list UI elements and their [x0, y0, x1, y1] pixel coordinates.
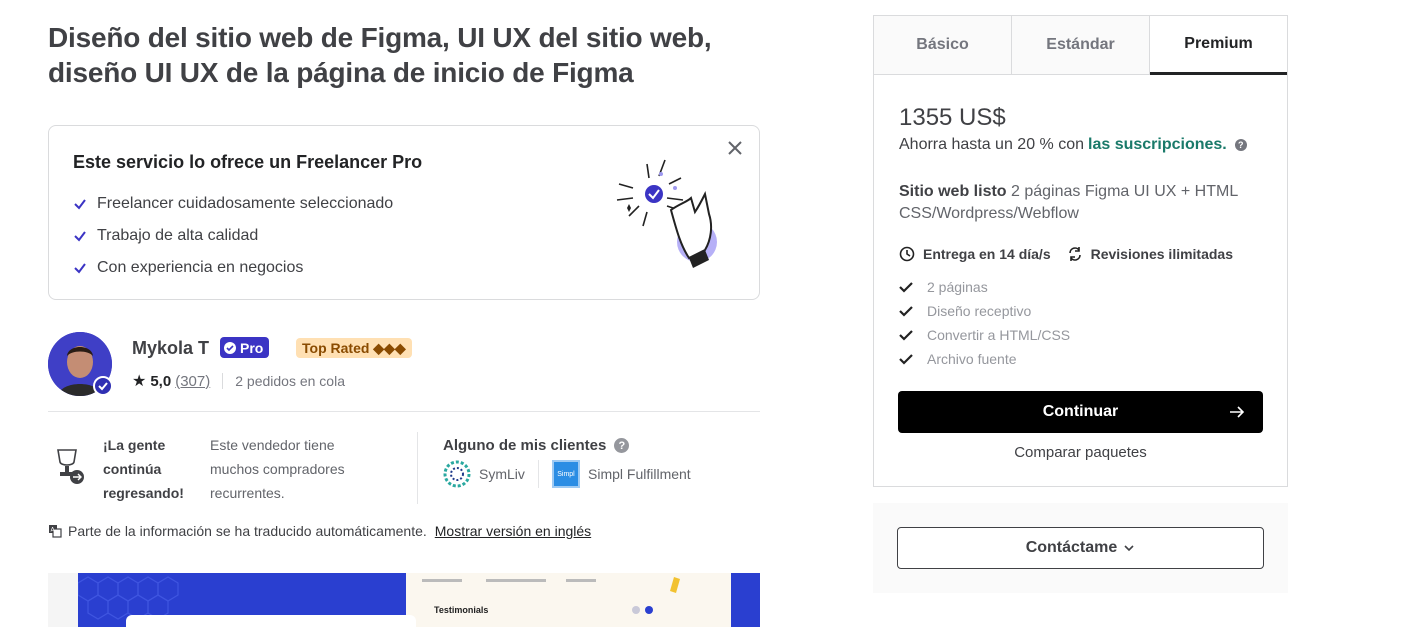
- package-price: 1355 US$: [899, 104, 1006, 131]
- check-icon: [899, 354, 913, 365]
- trophy-icon: [57, 449, 84, 484]
- package-meta: Entrega en 14 día/s Revisiones ilimitada…: [899, 246, 1233, 262]
- feature-label: Convertir a HTML/CSS: [927, 327, 1071, 343]
- check-icon: [899, 282, 913, 293]
- gig-gallery[interactable]: Testimonials: [48, 573, 760, 627]
- feature-label: Archivo fuente: [927, 351, 1017, 367]
- list-item: Freelancer cuidadosamente seleccionado: [73, 188, 393, 220]
- repeat-buyers-title: ¡La gente continúa regresando!: [103, 437, 184, 501]
- pro-box-title: Este servicio lo ofrece un Freelancer Pr…: [73, 152, 423, 172]
- show-english-link[interactable]: Mostrar versión en inglés: [435, 523, 591, 539]
- clock-icon: [899, 246, 915, 262]
- revisions-icon: [1068, 247, 1081, 261]
- package-panel: Básico Estándar Premium 1355 US$ Ahorra …: [873, 15, 1288, 487]
- divider: [222, 373, 224, 389]
- check-icon: [899, 306, 913, 317]
- continue-label: Continuar: [1042, 403, 1119, 420]
- feature-label: Diseño receptivo: [927, 303, 1032, 319]
- client-simpl: Simpl Simpl Fulfillment: [552, 460, 691, 488]
- list-item: Con experiencia en negocios: [73, 252, 393, 284]
- contact-me-button[interactable]: Contáctame: [897, 527, 1264, 569]
- simpl-logo-icon: Simpl: [552, 460, 580, 488]
- translation-note-text: Parte de la información se ha traducido …: [68, 523, 427, 539]
- verified-icon: [224, 341, 236, 354]
- subscription-savings: Ahorra hasta un 20 % con las suscripcion…: [899, 136, 1247, 154]
- package-tabs: Básico Estándar Premium: [874, 16, 1287, 75]
- package-name: Sitio web listo: [899, 183, 1007, 200]
- seller-name[interactable]: Mykola T: [132, 338, 209, 359]
- seller-overview: Mykola T Pro Top Rated ◆◆◆ ★ 5,0 (307) 2…: [48, 330, 760, 412]
- help-icon[interactable]: ?: [614, 438, 630, 453]
- list-item: Convertir a HTML/CSS: [899, 323, 1070, 347]
- gallery-image-right: [731, 573, 760, 627]
- divider: [417, 432, 418, 504]
- symliv-logo-icon: [443, 460, 471, 488]
- rating-score: 5,0: [150, 372, 172, 390]
- gallery-decoration: [422, 577, 680, 614]
- list-item: Diseño receptivo: [899, 299, 1070, 323]
- package-description: Sitio web listo 2 páginas Figma UI UX + …: [899, 181, 1259, 225]
- delivery-time: Entrega en 14 día/s: [923, 246, 1051, 262]
- seller-rating: ★ 5,0 (307) 2 pedidos en cola: [132, 371, 345, 391]
- translation-note: A Parte de la información se ha traducid…: [48, 523, 591, 539]
- chevron-down-icon: [1124, 545, 1134, 552]
- list-item: Archivo fuente: [899, 347, 1070, 371]
- pro-hand-illustration: [616, 159, 717, 268]
- verified-badge-icon: [93, 376, 113, 396]
- pro-item-label: Con experiencia en negocios: [97, 259, 304, 276]
- pro-feature-list: Freelancer cuidadosamente seleccionado T…: [73, 188, 393, 284]
- divider: [538, 460, 539, 488]
- clients-section-title: Alguno de mis clientes ?: [443, 437, 630, 454]
- check-icon: [74, 263, 86, 274]
- gallery-card: [126, 615, 416, 627]
- list-item: Trabajo de alta calidad: [73, 220, 393, 252]
- list-item: 2 páginas: [899, 275, 1070, 299]
- repeat-buyers-text: Este vendedor tiene muchos compradores r…: [210, 437, 345, 501]
- star-icon: ★: [132, 373, 147, 390]
- tab-basic[interactable]: Básico: [874, 16, 1012, 74]
- package-features: 2 páginas Diseño receptivo Convertir a H…: [899, 275, 1070, 371]
- continue-button[interactable]: Continuar: [898, 391, 1263, 433]
- top-rated-badge: Top Rated ◆◆◆: [296, 338, 412, 358]
- orders-in-queue: 2 pedidos en cola: [235, 373, 345, 389]
- check-icon: [899, 330, 913, 341]
- contact-label: Contáctame: [1025, 539, 1118, 556]
- tab-premium[interactable]: Premium: [1150, 16, 1287, 75]
- clients-title-label: Alguno de mis clientes: [443, 437, 607, 454]
- tab-standard[interactable]: Estándar: [1012, 16, 1150, 74]
- savings-text: Ahorra hasta un 20 % con: [899, 136, 1085, 153]
- compare-packages-link[interactable]: Comparar paquetes: [874, 444, 1287, 461]
- pro-badge: Pro: [220, 337, 270, 358]
- gig-title: Diseño del sitio web de Figma, UI UX del…: [48, 22, 712, 88]
- pro-item-label: Trabajo de alta calidad: [97, 227, 259, 244]
- feature-label: 2 páginas: [927, 279, 988, 295]
- freelancer-pro-box: Este servicio lo ofrece un Freelancer Pr…: [48, 125, 760, 300]
- client-name: SymLiv: [479, 466, 525, 482]
- help-icon[interactable]: ?: [1234, 139, 1247, 151]
- client-name: Simpl Fulfillment: [588, 466, 691, 482]
- translate-icon: A: [49, 525, 62, 538]
- review-count-link[interactable]: (307): [175, 373, 210, 390]
- gallery-image-center: Testimonials: [406, 573, 731, 627]
- client-symliv: SymLiv: [443, 460, 525, 488]
- arrow-right-icon: [1230, 406, 1245, 418]
- check-icon: [74, 199, 86, 210]
- contact-section: Contáctame: [873, 503, 1288, 593]
- pro-item-label: Freelancer cuidadosamente seleccionado: [97, 195, 394, 212]
- check-icon: [74, 231, 86, 242]
- subscriptions-link[interactable]: las suscripciones.: [1088, 136, 1227, 154]
- pro-badge-label: Pro: [240, 339, 264, 356]
- revisions-count: Revisiones ilimitadas: [1090, 246, 1234, 262]
